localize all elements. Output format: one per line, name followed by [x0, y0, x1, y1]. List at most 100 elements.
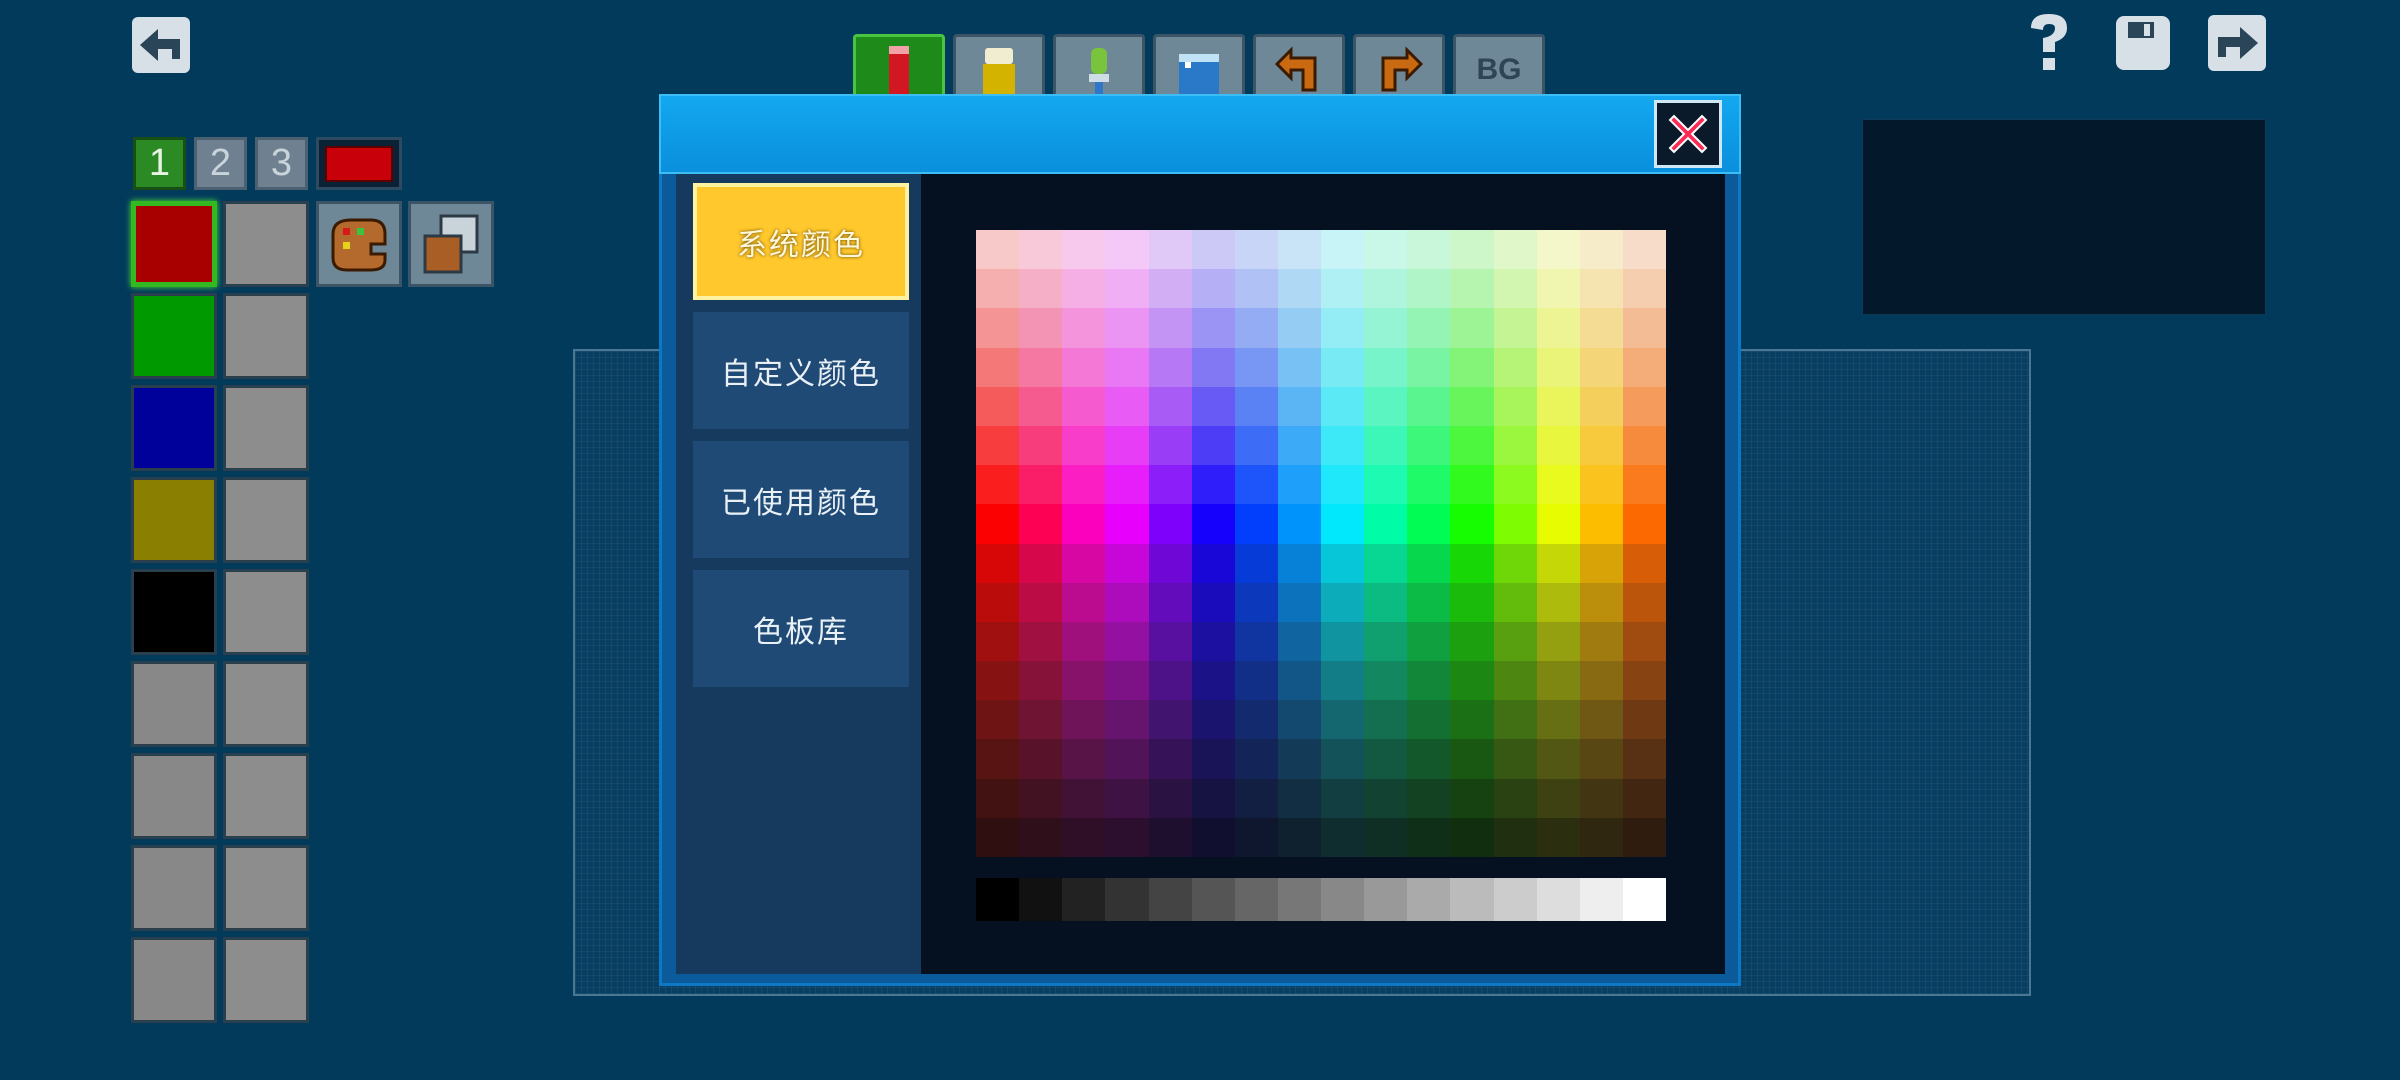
- color-swatch[interactable]: [1321, 778, 1365, 818]
- tab-used-colors[interactable]: 已使用颜色: [693, 441, 909, 558]
- color-swatch[interactable]: [1062, 504, 1106, 544]
- color-swatch[interactable]: [1019, 817, 1063, 857]
- color-swatch[interactable]: [1407, 700, 1451, 740]
- color-swatch[interactable]: [1148, 425, 1192, 466]
- gray-swatch[interactable]: [1105, 878, 1149, 921]
- color-swatch[interactable]: [1019, 504, 1063, 544]
- color-swatch[interactable]: [1407, 465, 1451, 505]
- color-swatch[interactable]: [1234, 739, 1278, 779]
- gray-swatch[interactable]: [1450, 878, 1494, 921]
- color-swatch[interactable]: [1579, 700, 1623, 740]
- palette-slot-empty[interactable]: [223, 661, 309, 747]
- color-swatch[interactable]: [1579, 308, 1623, 348]
- palette-slot-black[interactable]: [131, 569, 217, 655]
- color-swatch[interactable]: [1493, 661, 1537, 701]
- color-swatch[interactable]: [1407, 661, 1451, 701]
- color-swatch[interactable]: [1493, 621, 1537, 662]
- color-swatch[interactable]: [1407, 230, 1451, 270]
- color-swatch[interactable]: [1148, 661, 1192, 701]
- color-swatch[interactable]: [1148, 269, 1192, 309]
- color-swatch[interactable]: [1450, 425, 1494, 466]
- color-swatch[interactable]: [1277, 700, 1321, 740]
- color-swatch[interactable]: [1364, 425, 1408, 466]
- color-swatch[interactable]: [1622, 465, 1666, 505]
- color-swatch[interactable]: [1277, 661, 1321, 701]
- color-swatch[interactable]: [1062, 347, 1106, 387]
- color-swatch[interactable]: [1105, 504, 1149, 544]
- color-swatch[interactable]: [1019, 425, 1063, 466]
- color-swatch[interactable]: [1277, 778, 1321, 818]
- color-swatch[interactable]: [976, 621, 1020, 662]
- color-swatch[interactable]: [1450, 504, 1494, 544]
- gray-swatch[interactable]: [1622, 878, 1666, 921]
- palette-slot-empty[interactable]: [223, 845, 309, 931]
- color-swatch[interactable]: [1148, 778, 1192, 818]
- color-swatch[interactable]: [1493, 778, 1537, 818]
- color-swatch[interactable]: [1622, 230, 1666, 270]
- color-swatch[interactable]: [1062, 700, 1106, 740]
- color-swatch[interactable]: [1191, 543, 1235, 583]
- color-swatch[interactable]: [1407, 543, 1451, 583]
- tab-custom-colors[interactable]: 自定义颜色: [693, 312, 909, 429]
- color-swatch[interactable]: [1321, 269, 1365, 309]
- tab-system-colors[interactable]: 系统颜色: [693, 183, 909, 300]
- color-swatch[interactable]: [976, 386, 1020, 426]
- color-swatch[interactable]: [1450, 621, 1494, 662]
- gray-swatch[interactable]: [976, 878, 1020, 921]
- color-swatch[interactable]: [1105, 778, 1149, 818]
- color-swatch[interactable]: [1062, 543, 1106, 583]
- color-swatch[interactable]: [1622, 778, 1666, 818]
- color-swatch[interactable]: [1191, 661, 1235, 701]
- gray-swatch[interactable]: [1277, 878, 1321, 921]
- color-swatch[interactable]: [1321, 425, 1365, 466]
- color-swatch[interactable]: [1536, 739, 1580, 779]
- color-swatch[interactable]: [1105, 308, 1149, 348]
- color-swatch[interactable]: [1019, 543, 1063, 583]
- color-swatch[interactable]: [1579, 621, 1623, 662]
- color-swatch[interactable]: [1191, 465, 1235, 505]
- palette-editor-button[interactable]: [316, 201, 402, 287]
- color-swatch[interactable]: [976, 817, 1020, 857]
- color-swatch[interactable]: [1148, 700, 1192, 740]
- color-swatch[interactable]: [1277, 308, 1321, 348]
- color-swatch[interactable]: [1234, 465, 1278, 505]
- palette-slot-green[interactable]: [131, 293, 217, 379]
- color-swatch[interactable]: [1407, 778, 1451, 818]
- color-swatch[interactable]: [1321, 582, 1365, 622]
- color-swatch[interactable]: [1579, 230, 1623, 270]
- color-swatch[interactable]: [1579, 778, 1623, 818]
- gray-swatch[interactable]: [1364, 878, 1408, 921]
- color-swatch[interactable]: [1148, 465, 1192, 505]
- color-swatch[interactable]: [1407, 504, 1451, 544]
- color-swatch[interactable]: [1062, 582, 1106, 622]
- color-swatch[interactable]: [1536, 778, 1580, 818]
- color-swatch[interactable]: [1622, 817, 1666, 857]
- color-swatch[interactable]: [1407, 739, 1451, 779]
- color-swatch[interactable]: [1536, 700, 1580, 740]
- color-swatch[interactable]: [1536, 582, 1580, 622]
- color-swatch[interactable]: [1579, 543, 1623, 583]
- color-swatch[interactable]: [1493, 465, 1537, 505]
- color-swatch[interactable]: [1579, 465, 1623, 505]
- color-swatch[interactable]: [976, 269, 1020, 309]
- color-swatch[interactable]: [976, 700, 1020, 740]
- palette-slot-empty[interactable]: [223, 201, 309, 287]
- color-swatch[interactable]: [1062, 386, 1106, 426]
- color-swatch[interactable]: [1019, 386, 1063, 426]
- color-swatch[interactable]: [1234, 308, 1278, 348]
- gray-swatch[interactable]: [1148, 878, 1192, 921]
- color-swatch[interactable]: [1148, 347, 1192, 387]
- gray-swatch[interactable]: [1234, 878, 1278, 921]
- tab-palette-library[interactable]: 色板库: [693, 570, 909, 687]
- color-swatch[interactable]: [1105, 425, 1149, 466]
- color-swatch[interactable]: [1407, 582, 1451, 622]
- color-swatch[interactable]: [1277, 543, 1321, 583]
- color-swatch[interactable]: [1148, 230, 1192, 270]
- color-swatch[interactable]: [1105, 621, 1149, 662]
- color-swatch[interactable]: [1019, 347, 1063, 387]
- color-swatch[interactable]: [976, 425, 1020, 466]
- forward-icon[interactable]: [2206, 12, 2268, 74]
- back-icon[interactable]: [130, 14, 192, 76]
- color-swatch[interactable]: [1321, 308, 1365, 348]
- color-swatch[interactable]: [976, 308, 1020, 348]
